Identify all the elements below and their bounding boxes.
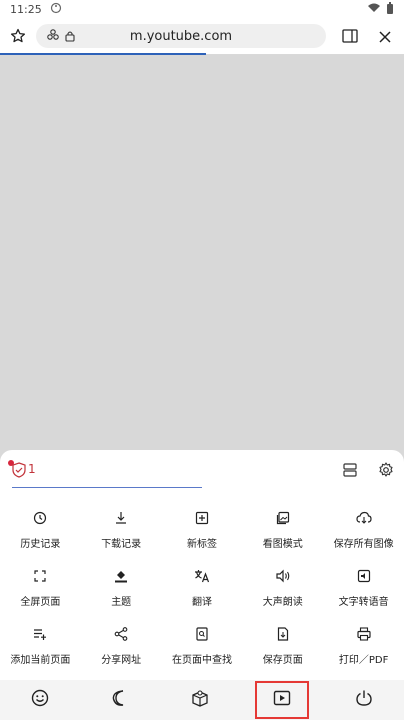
bottom-toolbar: [0, 680, 404, 720]
shield-icon: [12, 462, 26, 482]
url-text: m.youtube.com: [129, 28, 233, 44]
wifi-icon: [368, 3, 380, 16]
menu-item-label: 保存页面: [262, 655, 303, 666]
menu-item-save-page[interactable]: 保存页面: [242, 621, 323, 679]
status-time: 11:25: [10, 2, 42, 16]
header-underline: [12, 487, 202, 488]
history-icon: [31, 509, 49, 527]
site-settings-icon[interactable]: [46, 27, 60, 46]
menu-grid: 历史记录 下载记录 新标签 看图模式 保存所有图像 全屏页面 主题 翻译 大声朗…: [0, 505, 404, 679]
layout-toggle-icon[interactable]: [340, 460, 360, 480]
menu-item-label: 打印／PDF: [338, 655, 389, 666]
menu-item-history[interactable]: 历史记录: [0, 505, 81, 563]
new-tab-icon: [193, 509, 211, 527]
map-package-icon: [191, 689, 209, 711]
menu-item-translate[interactable]: 翻译: [162, 563, 243, 621]
blocked-count: 1: [28, 462, 36, 476]
menu-item-label: 添加当前页面: [10, 655, 71, 666]
print-icon: [355, 625, 373, 643]
menu-item-image-mode[interactable]: 看图模式: [242, 505, 323, 563]
menu-item-label: 在页面中查找: [171, 655, 232, 666]
address-bar: m.youtube.com: [0, 18, 404, 54]
menu-item-downloads[interactable]: 下载记录: [81, 505, 162, 563]
text-to-speech-icon: [355, 567, 373, 585]
status-bar: 11:25: [0, 0, 404, 18]
save-page-icon: [274, 625, 292, 643]
find-in-page-icon: [193, 625, 211, 643]
emoji-button[interactable]: [15, 682, 65, 718]
download-icon: [112, 509, 130, 527]
fullscreen-icon: [31, 567, 49, 585]
menu-item-theme[interactable]: 主题: [81, 563, 162, 621]
menu-item-text-to-speech[interactable]: 文字转语音: [323, 563, 404, 621]
menu-item-label: 保存所有图像: [333, 539, 394, 550]
menu-item-save-all-images[interactable]: 保存所有图像: [323, 505, 404, 563]
power-button[interactable]: [339, 682, 389, 718]
menu-item-label: 翻译: [191, 597, 212, 608]
add-to-list-icon: [31, 625, 49, 643]
accessibility-icon: [50, 2, 62, 17]
close-icon[interactable]: [378, 29, 392, 48]
night-mode-icon: [111, 689, 129, 711]
translate-icon: [193, 567, 211, 585]
menu-item-read-aloud[interactable]: 大声朗读: [242, 563, 323, 621]
menu-item-label: 全屏页面: [20, 597, 61, 608]
share-icon: [112, 625, 130, 643]
menu-item-label: 新标签: [186, 539, 217, 550]
menu-item-label: 主题: [111, 597, 132, 608]
menu-item-find-in-page[interactable]: 在页面中查找: [162, 621, 243, 679]
menu-sheet: 1 历史记录 下载记录 新标签 看图模式 保存所有图像 全屏页面 主题 翻译 大…: [0, 450, 404, 680]
video-player-button[interactable]: [255, 681, 309, 719]
emoji-icon: [31, 689, 49, 711]
menu-item-label: 历史记录: [20, 539, 61, 550]
menu-item-label: 大声朗读: [262, 597, 303, 608]
web-content[interactable]: [0, 55, 404, 450]
video-player-icon: [273, 690, 291, 710]
bookmark-star-icon[interactable]: [10, 28, 26, 48]
sheet-header: 1: [0, 450, 404, 490]
power-icon: [355, 689, 373, 711]
settings-gear-icon[interactable]: [376, 460, 396, 480]
menu-item-add-current-page[interactable]: 添加当前页面: [0, 621, 81, 679]
paint-bucket-icon: [112, 567, 130, 585]
menu-item-print-pdf[interactable]: 打印／PDF: [323, 621, 404, 679]
map-package-button[interactable]: [175, 682, 225, 718]
menu-item-label: 分享网址: [101, 655, 142, 666]
url-field[interactable]: m.youtube.com: [36, 24, 326, 48]
menu-item-new-tab[interactable]: 新标签: [162, 505, 243, 563]
menu-item-label: 看图模式: [262, 539, 303, 550]
image-mode-icon: [274, 509, 292, 527]
menu-item-label: 文字转语音: [338, 597, 389, 608]
menu-item-share-url[interactable]: 分享网址: [81, 621, 162, 679]
menu-item-label: 下载记录: [101, 539, 142, 550]
reader-mode-icon[interactable]: [342, 28, 358, 47]
lock-icon: [64, 27, 76, 46]
menu-item-fullscreen[interactable]: 全屏页面: [0, 563, 81, 621]
battery-icon: [386, 1, 394, 17]
cloud-download-icon: [355, 509, 373, 527]
read-aloud-icon: [274, 567, 292, 585]
night-mode-button[interactable]: [95, 682, 145, 718]
